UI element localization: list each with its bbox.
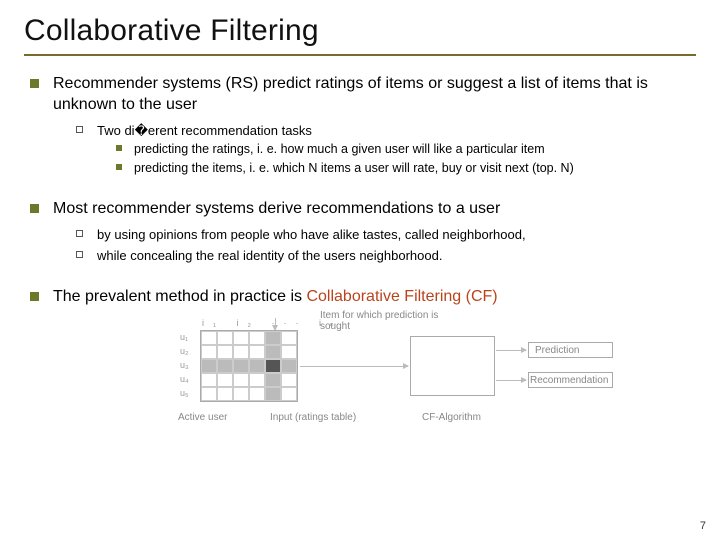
highlight-text: Collaborative Filtering (CF) [306, 288, 497, 305]
bullet-text: Most recommender systems derive recommen… [53, 199, 500, 220]
row-label: u₁ [180, 330, 189, 344]
arrow-icon [300, 366, 408, 367]
bullet-text: predicting the items, i. e. which N item… [134, 160, 574, 177]
square-bullet-icon [116, 145, 122, 151]
bullet-level2: while concealing the real identity of th… [76, 247, 696, 265]
bullet-level1: Recommender systems (RS) predict ratings… [30, 74, 696, 116]
row-labels: u₁ u₂ u₃ u₄ u₅ [180, 330, 189, 400]
arrow-icon [496, 380, 526, 381]
bullet-level2: Two di�erent recommendation tasks [76, 122, 696, 140]
input-label: Input (ratings table) [270, 412, 356, 423]
ratings-matrix [200, 330, 298, 402]
page-number: 7 [700, 520, 706, 532]
cf-label: CF-Algorithm [422, 412, 481, 423]
hollow-square-icon [76, 126, 83, 133]
bullet-text: predicting the ratings, i. e. how much a… [134, 141, 545, 158]
bullet-text: The prevalent method in practice is Coll… [53, 287, 498, 308]
bullet-level3: predicting the ratings, i. e. how much a… [116, 141, 696, 158]
hollow-square-icon [76, 251, 83, 258]
bullet-level2: by using opinions from people who have a… [76, 226, 696, 244]
output-label: Prediction [535, 345, 579, 356]
slide-title: Collaborative Filtering [24, 14, 696, 56]
hollow-square-icon [76, 230, 83, 237]
prefix-text: The prevalent method in practice is [53, 288, 306, 305]
square-bullet-icon [116, 164, 122, 170]
col-labels: i₁ i₂ ··· iₙ [202, 318, 343, 329]
square-bullet-icon [30, 204, 39, 213]
row-label: u₂ [180, 344, 189, 358]
row-label: u₃ [180, 358, 189, 372]
bullet-text: Two di�erent recommendation tasks [97, 122, 312, 140]
cf-diagram: Item for which prediction is sought i₁ i… [110, 316, 610, 446]
cf-algorithm-box [410, 336, 495, 396]
bullet-level1: The prevalent method in practice is Coll… [30, 287, 696, 308]
output-label: Recommendation [530, 375, 608, 386]
bullet-level3: predicting the items, i. e. which N item… [116, 160, 696, 177]
square-bullet-icon [30, 79, 39, 88]
bullet-level1: Most recommender systems derive recommen… [30, 199, 696, 220]
bullet-text: Recommender systems (RS) predict ratings… [53, 74, 696, 116]
square-bullet-icon [30, 292, 39, 301]
bullet-text: while concealing the real identity of th… [97, 247, 442, 265]
row-label: u₅ [180, 386, 189, 400]
row-label: u₄ [180, 372, 189, 386]
bullet-text: by using opinions from people who have a… [97, 226, 526, 244]
arrow-icon [496, 350, 526, 351]
active-user-label: Active user [178, 412, 227, 423]
